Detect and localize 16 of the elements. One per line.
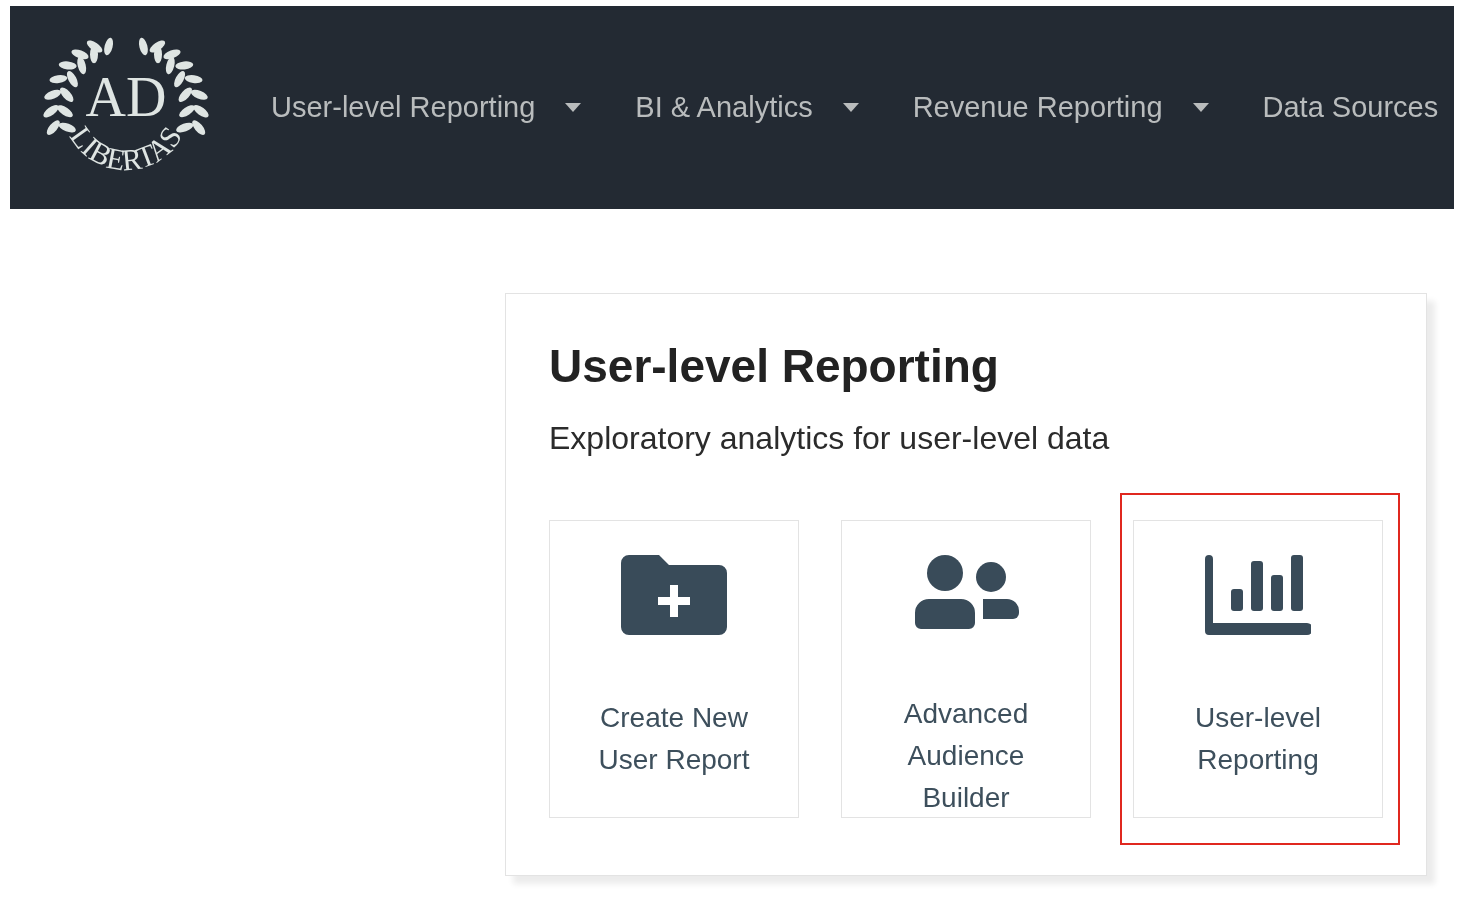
bar-chart-icon	[1205, 554, 1311, 635]
users-icon	[913, 554, 1019, 631]
nav-menu-item[interactable]: User-level Reporting	[271, 85, 582, 130]
report-card[interactable]: Create New User Report	[549, 519, 799, 818]
logo[interactable]: AD LIBERTAS	[40, 27, 212, 188]
card-label: Create New User Report	[597, 700, 751, 777]
nav-menu-item[interactable]: Data Sources	[1262, 85, 1439, 130]
folder-plus-icon	[621, 554, 727, 635]
panel-subtitle: Exploratory analytics for user-level data	[549, 418, 1111, 458]
card-label: Advanced Audience Builder	[902, 696, 1030, 815]
card-label: User-level Reporting	[1194, 700, 1322, 777]
report-card[interactable]: User-level Reporting	[1133, 519, 1383, 818]
report-card[interactable]: Advanced Audience Builder	[841, 519, 1091, 818]
nav-menu-item[interactable]: Revenue Reporting	[912, 85, 1209, 130]
nav-menu-item[interactable]: BI & Analytics	[635, 85, 859, 130]
panel-title: User-level Reporting	[549, 339, 1000, 394]
